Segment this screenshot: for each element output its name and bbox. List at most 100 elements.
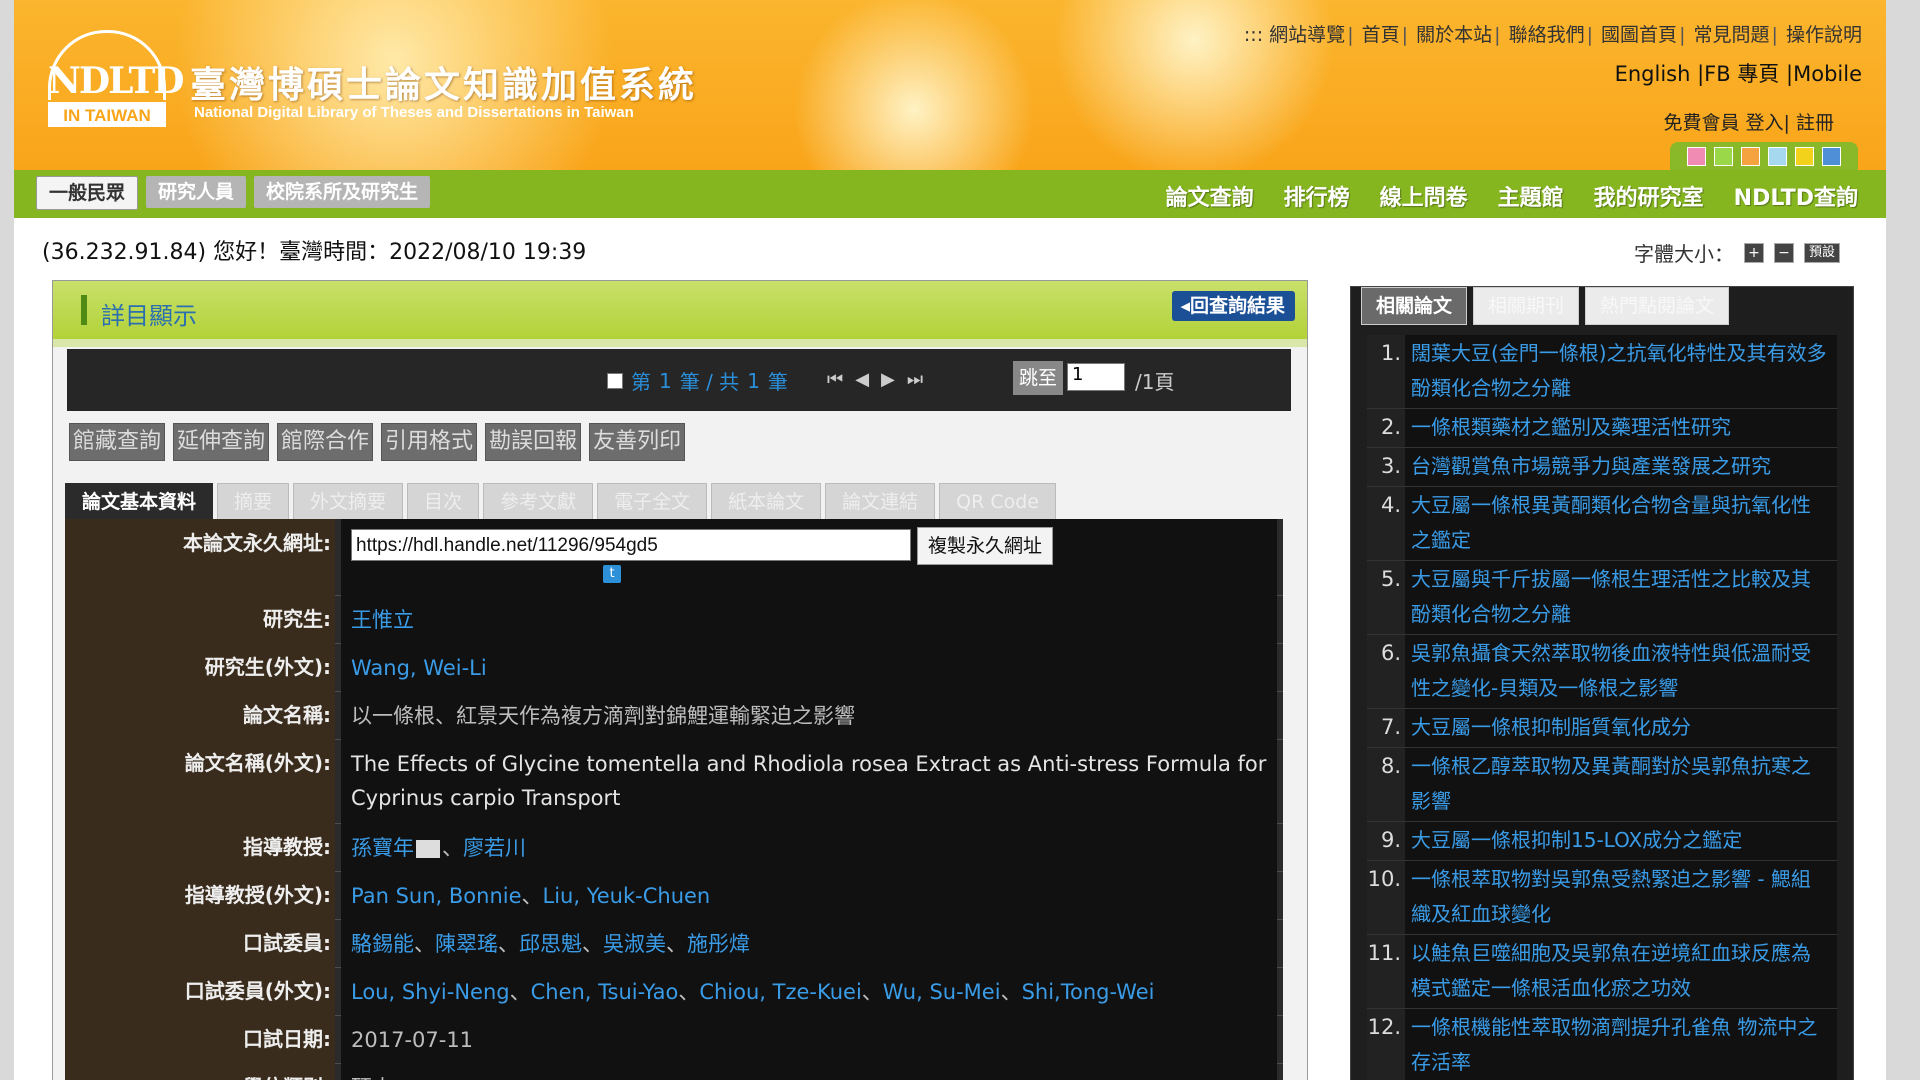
advisor-photo-icon[interactable] bbox=[416, 840, 440, 858]
back-to-results-button[interactable]: ◂回查詢結果 bbox=[1172, 291, 1295, 321]
tab-foreign-abstract[interactable]: 外文摘要 bbox=[293, 483, 404, 521]
committee-link-1[interactable]: 駱錫能 bbox=[351, 932, 414, 956]
citation-format-button[interactable]: 引用格式 bbox=[381, 423, 478, 461]
twitter-icon[interactable]: t bbox=[603, 565, 621, 583]
row-researcher-en: 研究生(外文): Wang, Wei-Li bbox=[65, 643, 1283, 692]
related-thesis-link[interactable]: 闊葉大豆(金門一條根)之抗氧化特性及其有效多酚類化合物之分離 bbox=[1405, 335, 1837, 408]
committee-cell: 駱錫能、陳翠瑤、邱思魁、吳淑美、施彤煒 bbox=[341, 919, 1277, 967]
ndltd-logo[interactable]: NDLTD IN TAIWAN bbox=[48, 30, 185, 127]
committee-link-2[interactable]: 陳翠瑤 bbox=[435, 932, 498, 956]
committee-en-link-4[interactable]: Wu, Su-Mei bbox=[883, 980, 1001, 1004]
theme-swatch-blue[interactable] bbox=[1822, 146, 1841, 166]
related-thesis-link[interactable]: 一條根機能性萃取物滴劑提升孔雀魚 物流中之存活率 bbox=[1405, 1009, 1837, 1080]
holdings-search-button[interactable]: 館藏查詢 bbox=[69, 423, 166, 461]
committee-en-link-3[interactable]: Chiou, Tze-Kuei bbox=[699, 980, 861, 1004]
role-tab-institution[interactable]: 校院系所及研究生 bbox=[254, 176, 431, 208]
theme-swatch-pink[interactable] bbox=[1687, 146, 1706, 166]
researcher-link[interactable]: 王惟立 bbox=[351, 608, 414, 632]
font-decrease-button[interactable]: − bbox=[1774, 242, 1794, 263]
committee-link-4[interactable]: 吳淑美 bbox=[603, 932, 666, 956]
advisor-link-2[interactable]: 廖若川 bbox=[463, 836, 526, 860]
first-page-icon[interactable]: ⏮ bbox=[827, 369, 843, 390]
sidebar-tab-related-journals[interactable]: 相關期刊 bbox=[1473, 287, 1580, 325]
register-link[interactable]: 註冊 bbox=[1796, 112, 1834, 134]
english-link[interactable]: English bbox=[1615, 62, 1691, 86]
permalink-input[interactable]: https://hdl.handle.net/11296/954gd5 bbox=[351, 529, 911, 561]
researcher-en-link[interactable]: Wang, Wei-Li bbox=[351, 656, 487, 680]
theme-swatch-lightblue[interactable] bbox=[1768, 146, 1787, 166]
list-item: 8. 一條根乙醇萃取物及異黃酮對於吳郭魚抗寒之影響 bbox=[1367, 748, 1837, 822]
top-link-faq[interactable]: 常見問題 bbox=[1694, 24, 1770, 46]
top-link-home[interactable]: 首頁 bbox=[1362, 24, 1400, 46]
login-link[interactable]: 登入 bbox=[1746, 112, 1784, 134]
nav-topics[interactable]: 主題館 bbox=[1498, 180, 1564, 212]
font-increase-button[interactable]: + bbox=[1744, 242, 1764, 263]
jump-page-input[interactable]: 1 bbox=[1067, 363, 1125, 391]
top-link-help[interactable]: 操作說明 bbox=[1786, 24, 1862, 46]
interlibrary-button[interactable]: 館際合作 bbox=[277, 423, 374, 461]
tab-basic-info[interactable]: 論文基本資料 bbox=[65, 483, 214, 521]
nav-survey[interactable]: 線上問卷 bbox=[1380, 180, 1468, 212]
advisor-en-link-1[interactable]: Pan Sun, Bonnie bbox=[351, 884, 522, 908]
related-thesis-link[interactable]: 一條根類藥材之鑑別及藥理活性研究 bbox=[1405, 409, 1837, 447]
item-number: 6. bbox=[1367, 635, 1405, 708]
jump-button[interactable]: 跳至 bbox=[1013, 361, 1064, 395]
committee-en-link-5[interactable]: Shi,Tong-Wei bbox=[1022, 980, 1155, 1004]
tab-references[interactable]: 參考文獻 bbox=[483, 483, 594, 521]
tab-thesis-link[interactable]: 論文連結 bbox=[825, 483, 936, 521]
select-record-checkbox[interactable] bbox=[607, 372, 623, 389]
function-buttons: 館藏查詢 延伸查詢 館際合作 引用格式 勘誤回報 友善列印 bbox=[69, 423, 686, 461]
tab-qr-code[interactable]: QR Code bbox=[939, 483, 1056, 521]
committee-en-cell: Lou, Shyi-Neng、Chen, Tsui-Yao、Chiou, Tze… bbox=[341, 967, 1277, 1015]
top-link-sitemap[interactable]: 網站導覽 bbox=[1269, 24, 1345, 46]
tab-fulltext[interactable]: 電子全文 bbox=[597, 483, 708, 521]
item-number: 4. bbox=[1367, 487, 1405, 560]
advisor-en-link-2[interactable]: Liu, Yeuk-Chuen bbox=[543, 884, 711, 908]
tab-abstract[interactable]: 摘要 bbox=[217, 483, 290, 521]
related-thesis-link[interactable]: 以鮭魚巨噬細胞及吳郭魚在逆境紅血球反應為模式鑑定一條根活血化瘀之功效 bbox=[1405, 935, 1837, 1008]
advisor-link-1[interactable]: 孫寶年 bbox=[351, 836, 414, 860]
top-link-about[interactable]: 關於本站 bbox=[1416, 24, 1492, 46]
related-thesis-link[interactable]: 大豆屬一條根抑制脂質氧化成分 bbox=[1405, 709, 1837, 747]
theme-swatch-orange[interactable] bbox=[1741, 146, 1760, 166]
sidebar-tab-related-theses[interactable]: 相關論文 bbox=[1361, 287, 1468, 325]
last-page-icon[interactable]: ⏭ bbox=[907, 369, 923, 390]
committee-en-link-2[interactable]: Chen, Tsui-Yao bbox=[531, 980, 679, 1004]
related-thesis-link[interactable]: 吳郭魚攝食天然萃取物後血液特性與低溫耐受性之變化-貝類及一條根之影響 bbox=[1405, 635, 1837, 708]
report-error-button[interactable]: 勘誤回報 bbox=[485, 423, 582, 461]
nav-rankings[interactable]: 排行榜 bbox=[1284, 180, 1350, 212]
extended-search-button[interactable]: 延伸查詢 bbox=[173, 423, 270, 461]
theme-swatch-green[interactable] bbox=[1714, 146, 1733, 166]
related-thesis-link[interactable]: 台灣觀賞魚市場競爭力與產業發展之研究 bbox=[1405, 448, 1837, 486]
committee-link-5[interactable]: 施彤煒 bbox=[687, 932, 750, 956]
top-link-ncl-home[interactable]: 國圖首頁 bbox=[1601, 24, 1677, 46]
role-tab-researcher[interactable]: 研究人員 bbox=[146, 176, 247, 208]
nav-my-lab[interactable]: 我的研究室 bbox=[1594, 180, 1704, 212]
related-thesis-link[interactable]: 大豆屬與千斤拔屬一條根生理活性之比較及其酚類化合物之分離 bbox=[1405, 561, 1837, 634]
fb-link[interactable]: FB 專頁 bbox=[1704, 62, 1779, 86]
role-tab-public[interactable]: 一般民眾 bbox=[36, 176, 139, 210]
tab-paper-copy[interactable]: 紙本論文 bbox=[711, 483, 822, 521]
theme-swatch-yellow[interactable] bbox=[1795, 146, 1814, 166]
font-default-button[interactable]: 預設 bbox=[1804, 242, 1840, 263]
top-link-contact[interactable]: 聯絡我們 bbox=[1509, 24, 1585, 46]
tab-toc[interactable]: 目次 bbox=[407, 483, 480, 521]
committee-en-link-1[interactable]: Lou, Shyi-Neng bbox=[351, 980, 510, 1004]
nav-thesis-search[interactable]: 論文查詢 bbox=[1166, 180, 1254, 212]
item-number: 3. bbox=[1367, 448, 1405, 486]
advisor-cell: 孫寶年 、廖若川 bbox=[341, 823, 1277, 871]
sidebar-tab-popular[interactable]: 熱門點閱論文 bbox=[1585, 287, 1730, 325]
related-thesis-link[interactable]: 大豆屬一條根異黃酮類化合物含量與抗氧化性之鑑定 bbox=[1405, 487, 1837, 560]
committee-link-3[interactable]: 邱思魁 bbox=[519, 932, 582, 956]
mobile-link[interactable]: Mobile bbox=[1793, 62, 1862, 86]
next-page-icon[interactable]: ▶ bbox=[881, 369, 895, 390]
nav-ndltd-search[interactable]: NDLTD查詢 bbox=[1734, 180, 1858, 212]
related-thesis-link[interactable]: 大豆屬一條根抑制15-LOX成分之鑑定 bbox=[1405, 822, 1837, 860]
print-friendly-button[interactable]: 友善列印 bbox=[589, 423, 686, 461]
related-thesis-link[interactable]: 一條根萃取物對吳郭魚受熱緊迫之影響 - 鰓組織及紅血球變化 bbox=[1405, 861, 1837, 934]
related-thesis-link[interactable]: 一條根乙醇萃取物及異黃酮對於吳郭魚抗寒之影響 bbox=[1405, 748, 1837, 821]
copy-permalink-button[interactable]: 複製永久網址 bbox=[917, 527, 1054, 565]
prev-page-icon[interactable]: ◀ bbox=[855, 369, 869, 390]
pager-pre: 第 bbox=[631, 370, 651, 394]
free-member-label: 免費會員 bbox=[1663, 112, 1740, 134]
